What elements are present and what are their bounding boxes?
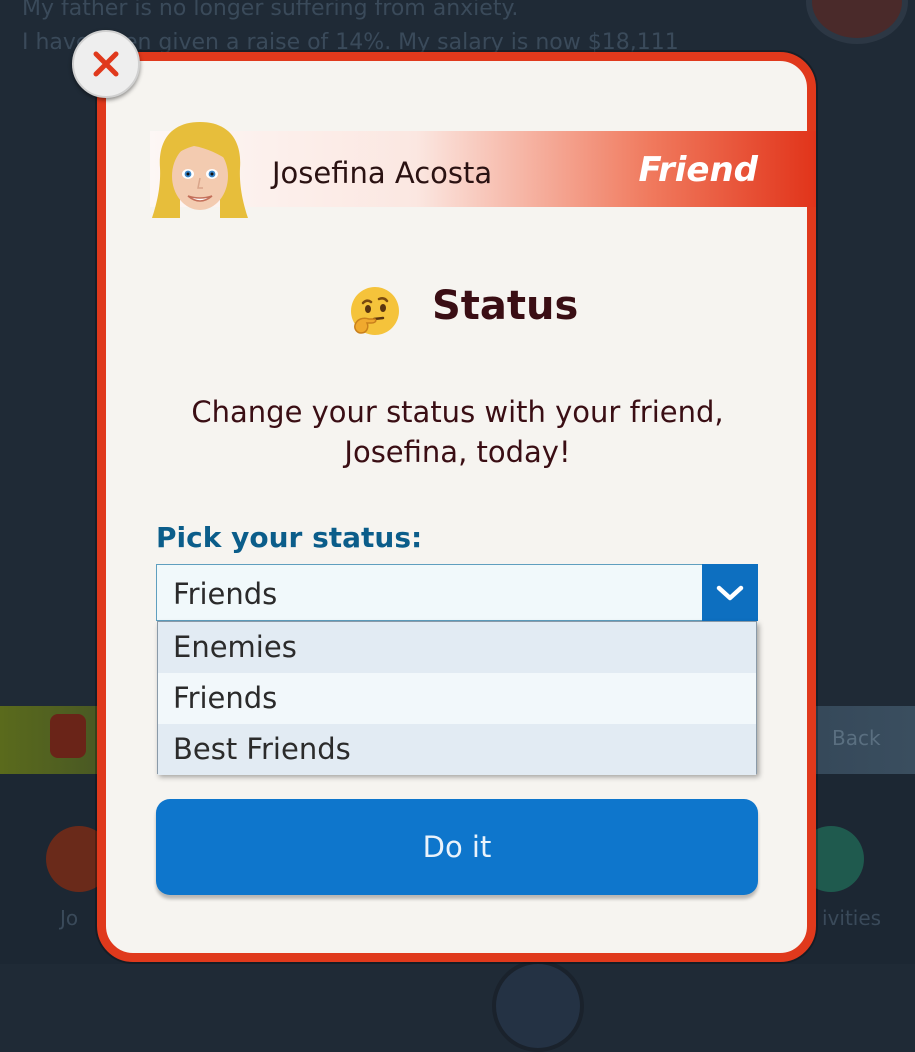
person-name: Josefina Acosta	[272, 156, 493, 190]
status-select[interactable]: Friends	[156, 564, 758, 621]
dialog-title: Status	[432, 283, 579, 329]
status-picker-label: Pick your status:	[156, 521, 423, 554]
activity-log: My father is no longer suffering from an…	[22, 0, 902, 60]
dialog-description: Change your status with your friend, Jos…	[150, 392, 765, 472]
bottom-label-job: Jo	[60, 906, 79, 930]
selected-status: Friends	[173, 577, 278, 611]
log-line: My father is no longer suffering from an…	[22, 0, 519, 21]
do-it-button[interactable]: Do it	[156, 799, 758, 895]
description-line: Change your status with your friend,	[191, 395, 724, 429]
avatar	[152, 122, 248, 218]
lock-icon	[50, 714, 86, 758]
dropdown-toggle[interactable]	[702, 564, 758, 621]
back-label: Back	[832, 726, 881, 750]
relationship-label: Friend	[638, 150, 758, 190]
description-line: Josefina, today!	[344, 435, 571, 469]
bottom-label-activities: ivities	[822, 906, 882, 930]
status-option-friends[interactable]: Friends	[158, 673, 756, 724]
close-button[interactable]	[72, 30, 140, 98]
age-button	[492, 960, 584, 1052]
status-options-list: Enemies Friends Best Friends	[157, 621, 757, 775]
thinking-face-icon	[351, 287, 399, 335]
status-option-best-friends[interactable]: Best Friends	[158, 724, 756, 775]
status-option-enemies[interactable]: Enemies	[158, 622, 756, 673]
close-icon	[93, 51, 119, 77]
chevron-down-icon	[716, 585, 744, 600]
